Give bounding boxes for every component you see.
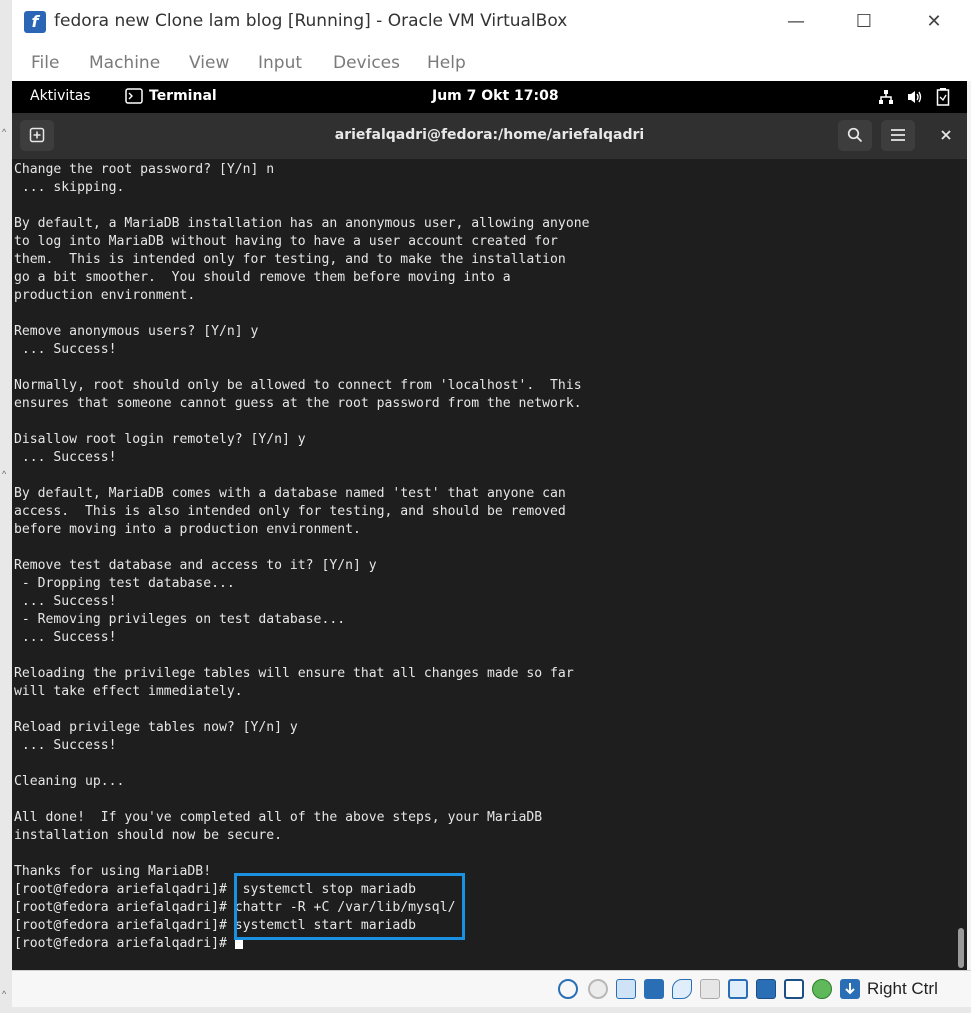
- volume-icon[interactable]: [906, 89, 924, 109]
- maximize-button[interactable]: ☐: [841, 6, 887, 38]
- terminal-line: Disallow root login remotely? [Y/n] y: [14, 432, 306, 447]
- host-key-arrow-icon[interactable]: [840, 979, 860, 999]
- app-menu-terminal[interactable]: Terminal: [149, 88, 217, 104]
- terminal-title: ariefalqadri@fedora:/home/ariefalqadri: [334, 127, 645, 143]
- terminal-line: will take effect immediately.: [14, 684, 243, 699]
- terminal-line: Change the root password? [Y/n] n: [14, 162, 275, 177]
- terminal-line: access. This is also intended only for t…: [14, 504, 566, 519]
- window-titlebar: f fedora new Clone lam blog [Running] - …: [12, 0, 971, 45]
- shared-folder-icon[interactable]: [700, 979, 720, 999]
- virtualbox-statusbar: Right Ctrl: [12, 970, 971, 1008]
- terminal-line: Reload privilege tables now? [Y/n] y: [14, 720, 298, 735]
- guest-additions-icon[interactable]: [812, 979, 832, 999]
- terminal-line: Remove anonymous users? [Y/n] y: [14, 324, 259, 339]
- hamburger-menu-button[interactable]: [881, 120, 915, 151]
- terminal-line: Reloading the privilege tables will ensu…: [14, 666, 574, 681]
- terminal-line: Remove test database and access to it? […: [14, 558, 377, 573]
- bottom-window-edge: [0, 1007, 971, 1013]
- usb-icon[interactable]: [672, 979, 692, 999]
- virtualization-icon[interactable]: [784, 979, 804, 999]
- terminal-line: to log into MariaDB without having to ha…: [14, 234, 558, 249]
- host-key-label: Right Ctrl: [867, 979, 938, 998]
- terminal-app-icon: [125, 87, 143, 109]
- terminal-scrollbar[interactable]: [957, 160, 965, 970]
- optical-drive-icon[interactable]: [588, 979, 608, 999]
- terminal-body[interactable]: Change the root password? [Y/n] n ... sk…: [12, 160, 967, 970]
- close-window-button[interactable]: ✕: [911, 6, 957, 38]
- window-title: fedora new Clone lam blog [Running] - Or…: [54, 11, 568, 31]
- menu-icon: [891, 129, 905, 141]
- terminal-line: ... Success!: [14, 450, 117, 465]
- terminal-headerbar: ariefalqadri@fedora:/home/ariefalqadri: [12, 113, 967, 160]
- recording-icon[interactable]: [756, 979, 776, 999]
- menu-view[interactable]: View: [189, 53, 229, 73]
- scrollbar-thumb[interactable]: [958, 928, 964, 968]
- menu-input[interactable]: Input: [258, 53, 302, 73]
- display-icon[interactable]: [728, 979, 748, 999]
- menu-help[interactable]: Help: [427, 53, 466, 73]
- network-adapter-icon[interactable]: [644, 979, 664, 999]
- menu-devices[interactable]: Devices: [333, 53, 400, 73]
- edge-caret: ^: [2, 469, 7, 479]
- menu-file[interactable]: File: [31, 53, 59, 73]
- close-icon: [941, 130, 951, 140]
- gnome-top-bar: Aktivitas Terminal Jum 7 Okt 17:08: [12, 81, 967, 113]
- terminal-line: By default, a MariaDB installation has a…: [14, 216, 590, 231]
- menu-bar: File Machine View Input Devices Help: [12, 45, 971, 81]
- terminal-line: ... Success!: [14, 738, 117, 753]
- terminal-line: All done! If you've completed all of the…: [14, 810, 543, 825]
- clock[interactable]: Jum 7 Okt 17:08: [432, 88, 559, 104]
- terminal-line: before moving into a production environm…: [14, 522, 361, 537]
- terminal-line: Cleaning up...: [14, 774, 125, 789]
- terminal-line: ... Success!: [14, 342, 117, 357]
- edge-caret: ^: [2, 989, 7, 999]
- search-button[interactable]: [838, 120, 872, 151]
- terminal-line: installation should now be secure.: [14, 828, 283, 843]
- terminal-line: ... Success!: [14, 594, 117, 609]
- network-icon[interactable]: [878, 89, 894, 109]
- activities-button[interactable]: Aktivitas: [30, 88, 91, 104]
- terminal-line: ... Success!: [14, 630, 117, 645]
- minimize-button[interactable]: —: [773, 6, 819, 38]
- menu-machine[interactable]: Machine: [89, 53, 160, 73]
- terminal-line: ensures that someone cannot guess at the…: [14, 396, 582, 411]
- audio-icon[interactable]: [616, 979, 636, 999]
- terminal-line: go a bit smoother. You should remove the…: [14, 270, 511, 285]
- terminal-line: them. This is intended only for testing,…: [14, 252, 566, 267]
- close-terminal-button[interactable]: [929, 120, 963, 151]
- edge-caret: ^: [2, 127, 7, 137]
- terminal-line: Normally, root should only be allowed to…: [14, 378, 582, 393]
- command-highlight-box: [234, 873, 465, 940]
- search-icon: [847, 127, 863, 143]
- battery-icon[interactable]: [936, 88, 950, 110]
- terminal-line: By default, MariaDB comes with a databas…: [14, 486, 566, 501]
- harddisk-icon[interactable]: [558, 979, 578, 999]
- terminal-line: - Dropping test database...: [14, 576, 235, 591]
- virtualbox-app-icon: f: [24, 11, 46, 33]
- terminal-line: production environment.: [14, 288, 196, 303]
- terminal-line: - Removing privileges on test database..…: [14, 612, 346, 627]
- terminal-prompt: [root@fedora ariefalqadri]#: [14, 936, 235, 951]
- terminal-output: Change the root password? [Y/n] n ... sk…: [14, 161, 589, 953]
- terminal-line: ... skipping.: [14, 180, 125, 195]
